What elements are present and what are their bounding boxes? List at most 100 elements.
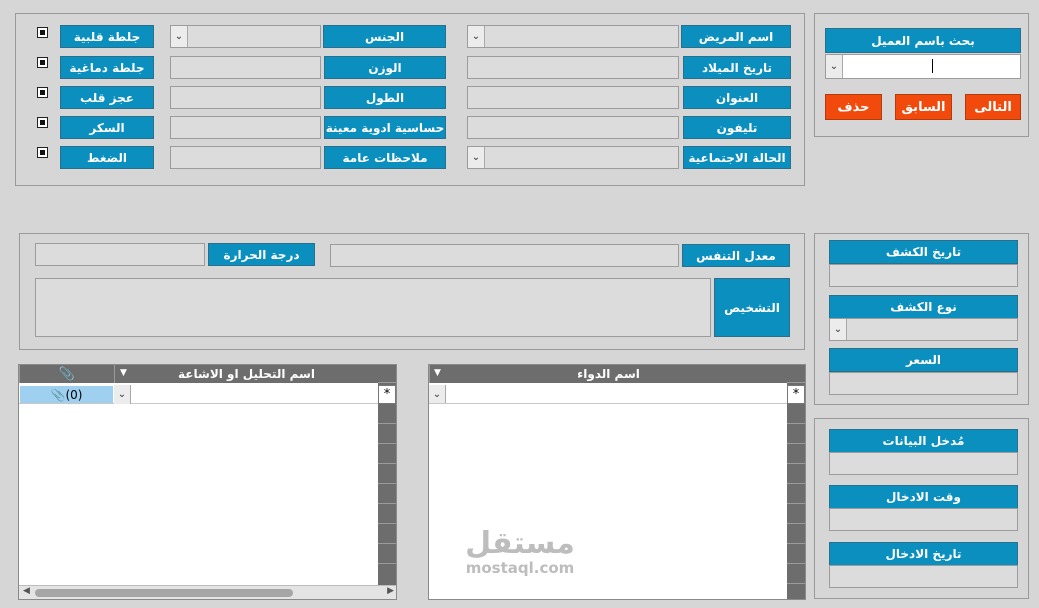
phone-label: تليفون	[683, 116, 791, 139]
select-all-corner[interactable]	[787, 365, 805, 383]
delete-button[interactable]: حذف	[825, 94, 882, 120]
chevron-down-icon[interactable]: ⌄	[429, 385, 446, 403]
condition-stroke-label: جلطة دماغية	[60, 56, 154, 79]
select-all-corner[interactable]	[378, 365, 396, 383]
tests-new-row[interactable]: 📎 (0) ⌄	[19, 385, 378, 404]
attachment-cell[interactable]: 📎 (0)	[20, 386, 113, 403]
diagnosis-field[interactable]	[35, 278, 711, 337]
paperclip-icon: 📎	[58, 366, 76, 382]
record-selector[interactable]	[787, 505, 805, 524]
weight-label: الوزن	[324, 56, 446, 79]
attachment-column-header[interactable]: 📎	[19, 365, 114, 383]
price-label: السعر	[829, 348, 1018, 372]
record-selector[interactable]	[787, 485, 805, 504]
record-selector[interactable]	[787, 565, 805, 584]
pressure-checkbox[interactable]	[37, 147, 48, 158]
tests-datasheet[interactable]: 📎 ▼ اسم التحليل او الاشاعة * 📎 (0) ⌄ ◀ ▶	[18, 364, 397, 600]
gender-combo[interactable]: ⌄	[170, 25, 321, 48]
record-selector[interactable]	[378, 465, 396, 484]
scroll-right-icon[interactable]: ▶	[387, 586, 394, 596]
phone-field[interactable]	[467, 116, 679, 139]
medications-new-row[interactable]: ⌄	[429, 385, 787, 404]
entry-date-label: تاريخ الادخال	[829, 542, 1018, 566]
entry-time-field[interactable]	[829, 508, 1018, 531]
tests-record-selector[interactable]: *	[378, 365, 396, 599]
heart-failure-checkbox[interactable]	[37, 87, 48, 98]
patient-name-combo[interactable]: ⌄	[467, 25, 679, 48]
birth-date-field[interactable]	[467, 56, 679, 79]
general-notes-label: ملاحظات عامة	[324, 146, 446, 169]
dropdown-arrow-icon[interactable]: ▼	[120, 368, 127, 378]
record-selector[interactable]	[378, 425, 396, 444]
condition-diabetes-label: السكر	[60, 116, 154, 139]
gender-label: الجنس	[323, 25, 446, 48]
weight-field[interactable]	[170, 56, 321, 79]
marital-status-label: الحالة الاجتماعية	[683, 146, 791, 169]
visit-date-label: تاريخ الكشف	[829, 240, 1018, 264]
chevron-down-icon[interactable]: ⌄	[114, 385, 131, 404]
patient-name-label: اسم المريض	[681, 25, 791, 48]
birth-date-label: تاريخ الميلاد	[683, 56, 791, 79]
dropdown-arrow-icon[interactable]: ▼	[434, 368, 441, 378]
record-selector[interactable]	[787, 405, 805, 424]
record-selector[interactable]	[787, 465, 805, 484]
price-field[interactable]	[829, 372, 1018, 395]
scroll-left-icon[interactable]: ◀	[23, 586, 30, 596]
diagnosis-label: التشخيص	[714, 278, 790, 337]
breath-rate-label: معدل التنفس	[682, 244, 790, 267]
marital-status-combo[interactable]: ⌄	[467, 146, 679, 169]
medications-record-selector[interactable]: *	[787, 365, 805, 599]
record-selector[interactable]	[787, 545, 805, 564]
record-selector[interactable]	[378, 445, 396, 464]
chevron-down-icon[interactable]: ⌄	[468, 147, 485, 168]
condition-pressure-label: الضغط	[60, 146, 154, 169]
horizontal-scrollbar[interactable]: ◀ ▶	[19, 585, 396, 599]
medication-name-column-header[interactable]: ▼ اسم الدواء	[429, 365, 787, 383]
record-selector[interactable]	[378, 485, 396, 504]
next-button[interactable]: التالى	[965, 94, 1021, 120]
new-record-marker[interactable]: *	[378, 385, 396, 404]
visit-type-combo[interactable]: ⌄	[829, 318, 1018, 341]
entered-by-field[interactable]	[829, 452, 1018, 475]
chevron-down-icon[interactable]: ⌄	[468, 26, 485, 47]
record-selector[interactable]	[787, 425, 805, 444]
general-notes-field[interactable]	[170, 146, 321, 169]
breath-rate-field[interactable]	[330, 244, 679, 267]
chevron-down-icon[interactable]: ⌄	[830, 319, 847, 340]
condition-heart-attack-label: جلطة قلبية	[60, 25, 154, 48]
visit-date-field[interactable]	[829, 264, 1018, 287]
previous-button[interactable]: السابق	[895, 94, 952, 120]
record-selector[interactable]	[378, 525, 396, 544]
temperature-field[interactable]	[35, 243, 205, 266]
medications-header: ▼ اسم الدواء	[429, 365, 805, 383]
mostaql-watermark: مستقل mostaql.com	[465, 526, 575, 577]
condition-heart-failure-label: عجز قلب	[60, 86, 154, 109]
entry-date-field[interactable]	[829, 565, 1018, 588]
text-caret	[932, 59, 933, 73]
test-name-combo[interactable]: ⌄	[114, 385, 378, 404]
visit-type-label: نوع الكشف	[829, 295, 1018, 319]
record-selector[interactable]	[378, 505, 396, 524]
attachment-count: (0)	[65, 387, 83, 402]
drug-allergy-field[interactable]	[170, 116, 321, 139]
drug-allergy-label: حساسية ادوية معينة	[324, 116, 446, 139]
record-selector[interactable]	[378, 545, 396, 564]
chevron-down-icon[interactable]: ⌄	[826, 55, 843, 78]
new-record-marker[interactable]: *	[787, 385, 805, 404]
record-selector[interactable]	[787, 525, 805, 544]
stroke-checkbox[interactable]	[37, 57, 48, 68]
heart-attack-checkbox[interactable]	[37, 27, 48, 38]
entered-by-label: مُدخل البيانات	[829, 429, 1018, 453]
paperclip-icon: 📎	[50, 387, 66, 402]
height-field[interactable]	[170, 86, 321, 109]
chevron-down-icon[interactable]: ⌄	[171, 26, 188, 47]
entry-time-label: وقت الادخال	[829, 485, 1018, 509]
diabetes-checkbox[interactable]	[37, 117, 48, 128]
scroll-thumb[interactable]	[35, 589, 293, 597]
record-selector[interactable]	[378, 405, 396, 424]
record-selector[interactable]	[787, 445, 805, 464]
address-field[interactable]	[467, 86, 679, 109]
tests-header: 📎 ▼ اسم التحليل او الاشاعة	[19, 365, 396, 383]
search-customer-combo[interactable]: ⌄	[825, 54, 1021, 79]
test-name-column-header[interactable]: ▼ اسم التحليل او الاشاعة	[114, 365, 378, 383]
